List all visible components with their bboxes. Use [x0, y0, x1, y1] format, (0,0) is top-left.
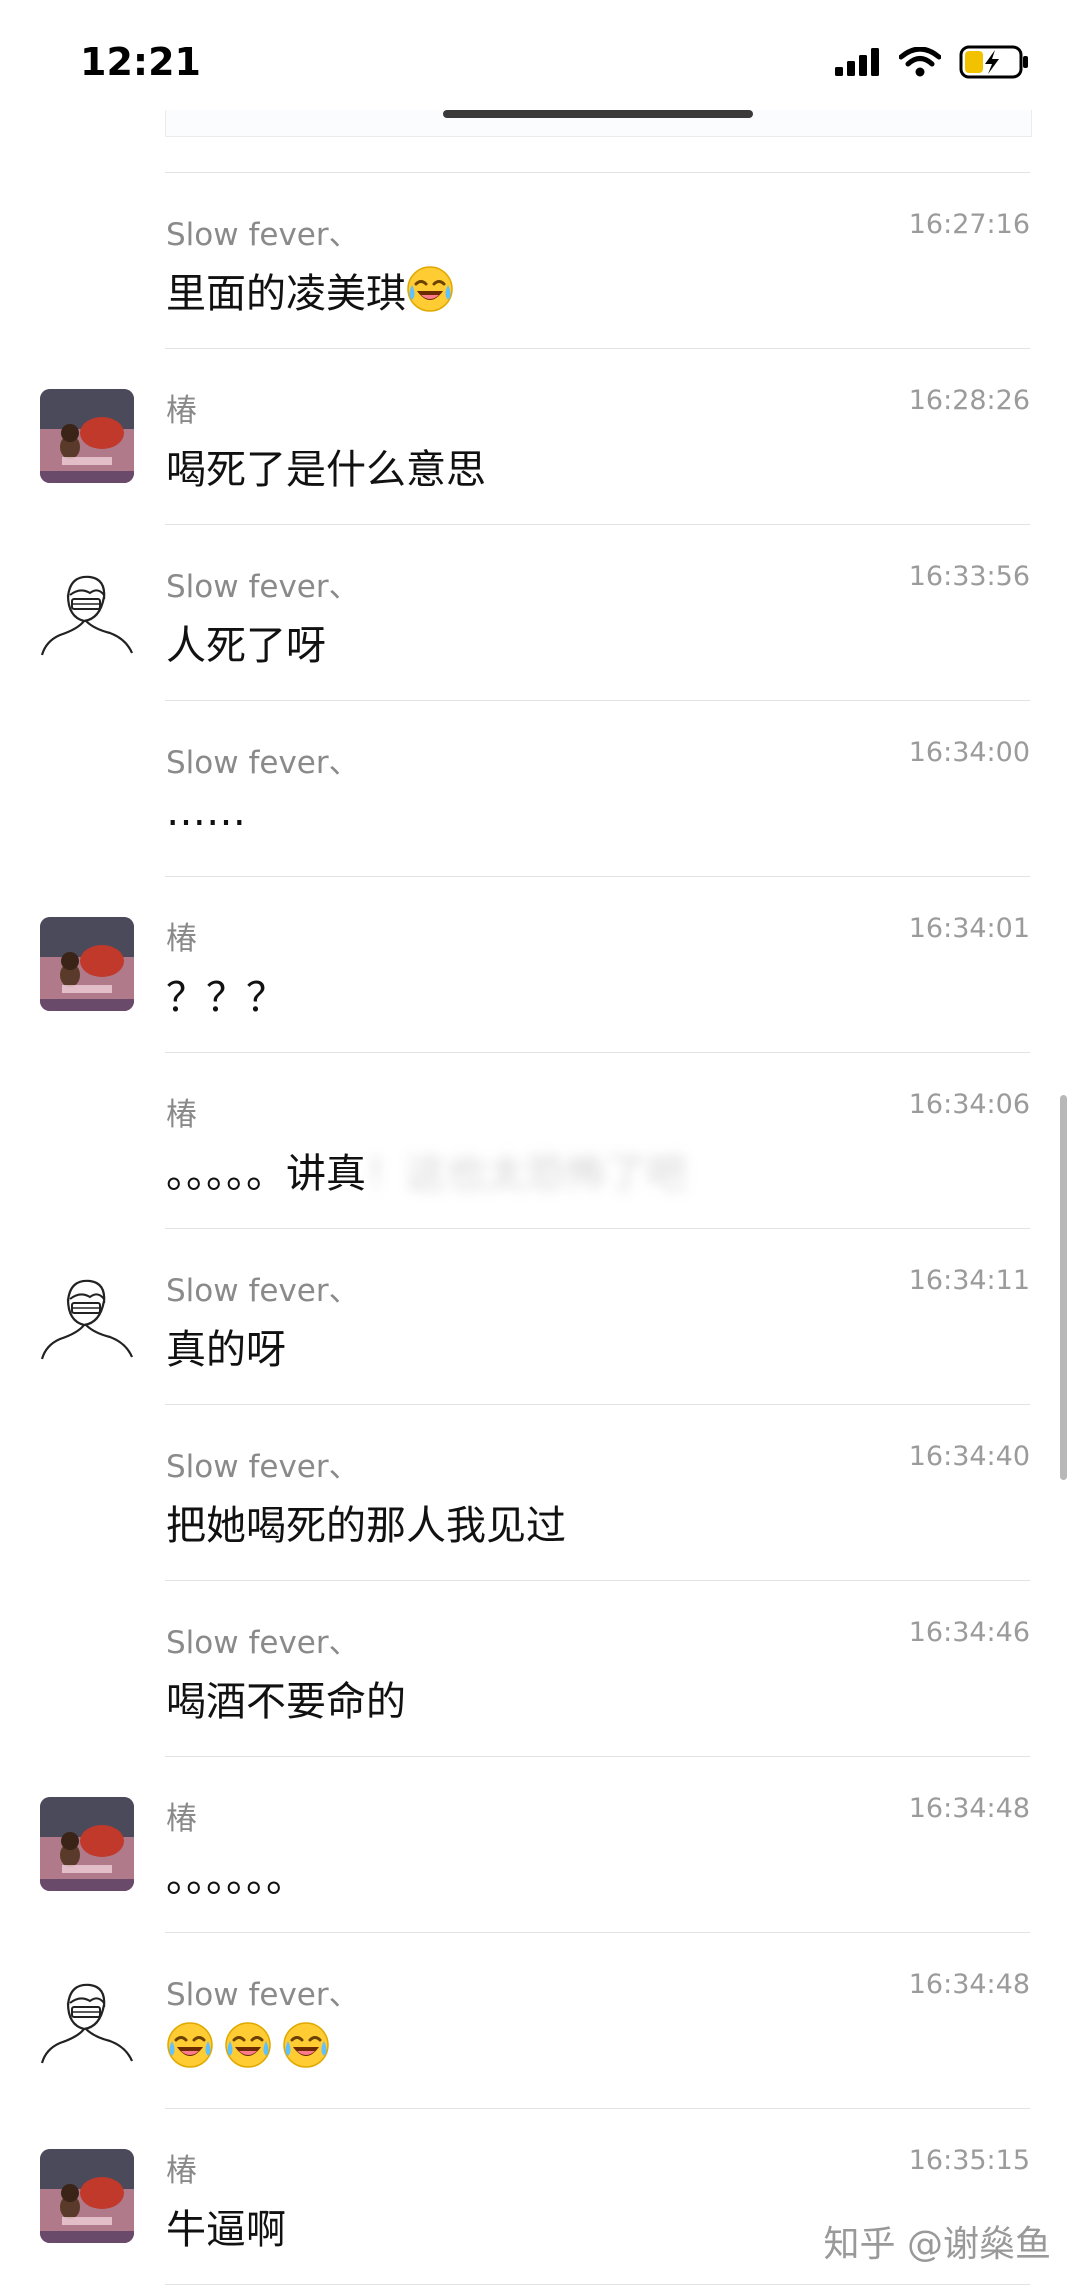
message-text: 里面的凌美琪	[166, 261, 464, 319]
message-text	[166, 2021, 340, 2073]
message-timestamp: 16:35:15	[908, 2145, 1030, 2176]
sender-name: Slow fever、	[166, 1273, 360, 1309]
chat-message[interactable]: Slow fever、 16:27:16 里面的凌美琪	[0, 173, 1071, 349]
sender-name: Slow fever、	[166, 1449, 360, 1485]
sender-name: Slow fever、	[166, 1625, 360, 1661]
sender-name: Slow fever、	[166, 1977, 360, 2013]
blurred-text: ！这也太恐怖了吧	[366, 1151, 686, 1197]
sender-name: Slow fever、	[166, 745, 360, 781]
message-text: 。。。。。讲真！这也太恐怖了吧	[166, 1141, 686, 1199]
message-timestamp: 16:34:46	[908, 1617, 1030, 1648]
message-text: 人死了呀	[166, 613, 326, 671]
status-bar: 12:21	[0, 0, 1071, 120]
status-time: 12:21	[80, 40, 201, 84]
message-timestamp: 16:33:56	[908, 561, 1030, 592]
message-timestamp: 16:28:26	[908, 385, 1030, 416]
chat-message[interactable]: 椿 16:28:26 喝死了是什么意思	[0, 349, 1071, 525]
home-indicator	[443, 110, 753, 118]
watermark: 知乎 @谢燊鱼	[823, 2224, 1051, 2265]
message-text: 。。。。。。	[166, 1845, 306, 1903]
message-timestamp: 16:34:00	[908, 737, 1030, 768]
message-timestamp: 16:34:06	[908, 1089, 1030, 1120]
chat-message-list[interactable]: Slow fever、 16:27:16 里面的凌美琪椿 16:28:26 喝死了是什么…	[0, 173, 1071, 2285]
chat-message[interactable]: Slow fever、 16:34:00 ……	[0, 701, 1071, 877]
message-body: 喝酒不要命的	[166, 1679, 406, 1725]
message-body: 里面的凌美琪	[166, 271, 406, 317]
status-icons	[835, 42, 1031, 82]
chat-message[interactable]: Slow fever、 16:34:48	[0, 1933, 1071, 2109]
avatar[interactable]	[40, 917, 134, 1011]
sender-name: 椿	[166, 2153, 197, 2189]
message-body: 把她喝死的那人我见过	[166, 1503, 566, 1549]
avatar[interactable]	[40, 1797, 134, 1891]
sender-name: 椿	[166, 393, 197, 429]
avatar[interactable]	[40, 389, 134, 483]
tears-of-joy-emoji-icon	[282, 2021, 330, 2069]
message-body: ？？？	[166, 975, 286, 1021]
message-text: 喝死了是什么意思	[166, 437, 486, 495]
chat-message[interactable]: 椿 16:34:48 。。。。。。	[0, 1757, 1071, 1933]
avatar[interactable]	[40, 565, 134, 659]
message-timestamp: 16:34:11	[908, 1265, 1030, 1296]
sender-name: 椿	[166, 1801, 197, 1837]
avatar[interactable]	[40, 1973, 134, 2067]
message-timestamp: 16:34:48	[908, 1969, 1030, 2000]
avatar[interactable]	[40, 1269, 134, 1363]
chat-message[interactable]: Slow fever、 16:33:56 人死了呀	[0, 525, 1071, 701]
message-timestamp: 16:27:16	[908, 209, 1030, 240]
message-body: ……	[166, 789, 246, 835]
chat-message[interactable]: Slow fever、 16:34:40 把她喝死的那人我见过	[0, 1405, 1071, 1581]
battery-charging-icon	[959, 45, 1028, 79]
chat-message[interactable]: Slow fever、 16:34:11 真的呀	[0, 1229, 1071, 1405]
avatar[interactable]	[40, 2149, 134, 2243]
message-body: 人死了呀	[166, 623, 326, 669]
message-body: 。。。。。讲真	[166, 1151, 366, 1197]
chat-message[interactable]: Slow fever、 16:34:46 喝酒不要命的	[0, 1581, 1071, 1757]
message-text: ……	[166, 789, 246, 835]
message-timestamp: 16:34:48	[908, 1793, 1030, 1824]
message-text: 喝酒不要命的	[166, 1669, 406, 1727]
message-text: 把她喝死的那人我见过	[166, 1493, 566, 1551]
tears-of-joy-emoji-icon	[224, 2021, 272, 2069]
message-text: 牛逼啊	[166, 2197, 286, 2255]
sender-name: Slow fever、	[166, 217, 360, 253]
chat-message[interactable]: 椿 16:34:01 ？？？	[0, 877, 1071, 1053]
message-body: 真的呀	[166, 1327, 286, 1373]
message-body: 。。。。。。	[166, 1855, 306, 1901]
message-timestamp: 16:34:40	[908, 1441, 1030, 1472]
sender-name: 椿	[166, 1097, 197, 1133]
message-body: 牛逼啊	[166, 2207, 286, 2253]
cellular-signal-icon	[835, 48, 879, 76]
message-timestamp: 16:34:01	[908, 913, 1030, 944]
message-text: ？？？	[166, 965, 286, 1023]
sender-name: Slow fever、	[166, 569, 360, 605]
sender-name: 椿	[166, 921, 197, 957]
tears-of-joy-emoji-icon	[406, 265, 454, 313]
wifi-icon	[899, 47, 941, 77]
tears-of-joy-emoji-icon	[166, 2021, 214, 2069]
scrollbar[interactable]	[1060, 1095, 1067, 1480]
chat-message[interactable]: 椿 16:34:06 。。。。。讲真！这也太恐怖了吧	[0, 1053, 1071, 1229]
message-text: 真的呀	[166, 1317, 286, 1375]
message-body: 喝死了是什么意思	[166, 447, 486, 493]
